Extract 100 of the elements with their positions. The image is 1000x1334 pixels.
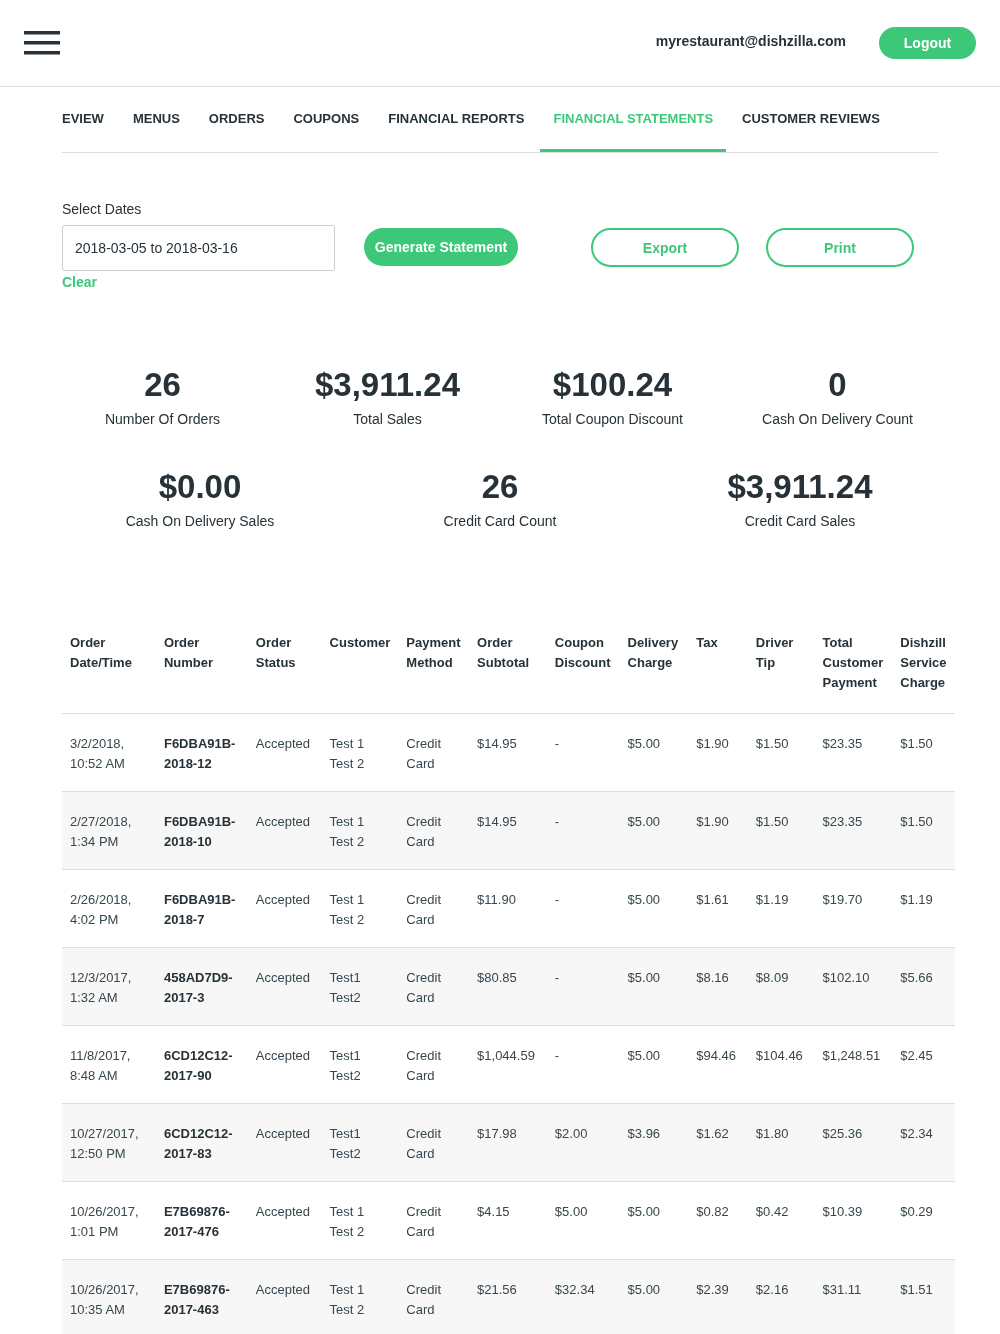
table-cell: 6CD12C12- 2017-90: [155, 1025, 248, 1104]
table-cell: -: [546, 713, 620, 792]
table-cell: $2.00: [546, 1103, 620, 1182]
table-cell: $5.00: [619, 869, 689, 948]
table-cell: $102.10: [814, 947, 893, 1026]
table-cell: $1.90: [688, 713, 748, 792]
table-cell: $2.39: [688, 1259, 748, 1334]
table-cell: $1.50: [747, 713, 815, 792]
column-header: Payment Method: [398, 619, 470, 714]
table-cell: $5.66: [892, 947, 955, 1026]
table-cell: 2/26/2018, 4:02 PM: [62, 869, 156, 948]
column-header: Customer: [321, 619, 399, 714]
table-cell: $4.15: [469, 1181, 547, 1260]
table-cell: $19.70: [814, 869, 893, 948]
table-cell: Credit Card: [398, 869, 470, 948]
table-cell: Credit Card: [398, 713, 470, 792]
table-cell: F6DBA91B- 2018-7: [155, 869, 248, 948]
stat-label: Total Sales: [353, 411, 422, 427]
table-cell: $8.09: [747, 947, 815, 1026]
column-header: Order Date/Time: [62, 619, 156, 714]
table-cell: Test 1 Test 2: [321, 1181, 399, 1260]
table-cell: $21.56: [469, 1259, 547, 1334]
stat-value: 26: [144, 365, 181, 405]
table-cell: $1.50: [892, 713, 955, 792]
table-cell: $1.62: [688, 1103, 748, 1182]
nav-tab[interactable]: COUPONS: [280, 87, 373, 152]
table-cell: $1.50: [747, 791, 815, 870]
account-email: myrestaurant@dishzilla.com: [655, 33, 846, 49]
table-cell: $10.39: [814, 1181, 893, 1260]
stat-value: $100.24: [552, 365, 673, 405]
table-cell: $1,044.59: [469, 1025, 547, 1104]
stat-label: Credit Card Sales: [744, 513, 856, 529]
column-header: Coupon Discount: [546, 619, 620, 714]
table-cell: Test1 Test2: [321, 1103, 399, 1182]
stat-label: Total Coupon Discount: [542, 411, 683, 427]
table-cell: Test 1 Test 2: [321, 869, 399, 948]
table-cell: 3/2/2018, 10:52 AM: [62, 713, 156, 792]
table-cell: -: [546, 791, 620, 870]
table-cell: Credit Card: [398, 1259, 470, 1334]
column-header: Dishzill Service Charge: [892, 619, 955, 714]
table-cell: Test 1 Test 2: [321, 1259, 399, 1334]
table-cell: $2.16: [747, 1259, 815, 1334]
nav-tab[interactable]: FINANCIAL REPORTS: [375, 87, 538, 152]
stat-label: Cash On Delivery Count: [762, 411, 913, 427]
table-cell: F6DBA91B- 2018-12: [155, 713, 248, 792]
table-cell: $5.00: [619, 947, 689, 1026]
table-cell: $23.35: [814, 713, 893, 792]
nav-tab[interactable]: MENUS: [119, 87, 193, 152]
stat-label: Credit Card Count: [443, 513, 557, 529]
table-cell: $1.61: [688, 869, 748, 948]
table-cell: Accepted: [247, 791, 322, 870]
table-cell: $1.90: [688, 791, 748, 870]
stat-value: $3,911.24: [315, 365, 460, 405]
table-cell: $23.35: [814, 791, 893, 870]
table-cell: Accepted: [247, 1103, 322, 1182]
table-cell: $0.42: [747, 1181, 815, 1260]
table-cell: Test 1 Test 2: [321, 713, 399, 792]
table-cell: $25.36: [814, 1103, 893, 1182]
table-cell: -: [546, 947, 620, 1026]
table-cell: $11.90: [469, 869, 547, 948]
stat-value: 26: [481, 467, 519, 507]
table-cell: $1.19: [747, 869, 815, 948]
column-header: Delivery Charge: [619, 619, 689, 714]
table-cell: -: [546, 869, 620, 948]
table-cell: $14.95: [469, 791, 547, 870]
nav-tab[interactable]: CUSTOMER REVIEWS: [729, 87, 893, 152]
table-cell: 10/27/2017, 12:50 PM: [62, 1103, 156, 1182]
table-cell: Test 1 Test 2: [321, 791, 399, 870]
table-cell: $5.00: [619, 1181, 689, 1260]
column-header: Order Status: [247, 619, 322, 714]
table-cell: 458AD7D9- 2017-3: [155, 947, 248, 1026]
table-cell: 10/26/2017, 1:01 PM: [62, 1181, 156, 1260]
stat-value: $3,911.24: [727, 467, 873, 507]
field-label: Select Dates: [62, 201, 143, 217]
nav-tab[interactable]: ORDERS: [195, 87, 278, 152]
column-header: Driver Tip: [747, 619, 815, 714]
table-cell: $5.00: [546, 1181, 620, 1260]
menu-icon[interactable]: [24, 30, 60, 56]
table-cell: Accepted: [247, 869, 322, 948]
table-cell: $2.45: [892, 1025, 955, 1104]
column-header: Order Number: [155, 619, 248, 714]
table-cell: E7B69876- 2017-463: [155, 1259, 248, 1334]
table-cell: 2/27/2018, 1:34 PM: [62, 791, 156, 870]
nav-tab[interactable]: EVIEW: [62, 87, 117, 152]
column-header: Order Subtotal: [469, 619, 547, 714]
date-range-field[interactable]: 2018-03-05 to 2018-03-16: [62, 225, 335, 271]
stat-label: Number Of Orders: [104, 411, 221, 427]
table-cell: 6CD12C12- 2017-83: [155, 1103, 248, 1182]
table-cell: Credit Card: [398, 947, 470, 1026]
table-cell: $14.95: [469, 713, 547, 792]
table-cell: Accepted: [247, 713, 322, 792]
table-cell: $3.96: [619, 1103, 689, 1182]
table-cell: F6DBA91B- 2018-10: [155, 791, 248, 870]
table-cell: Accepted: [247, 1025, 322, 1104]
stat-label: Cash On Delivery Sales: [125, 513, 275, 529]
stat-value: 0: [828, 365, 847, 405]
table-cell: $5.00: [619, 791, 689, 870]
table-cell: Credit Card: [398, 791, 470, 870]
table-cell: Test1 Test2: [321, 1025, 399, 1104]
table-cell: Credit Card: [398, 1025, 470, 1104]
